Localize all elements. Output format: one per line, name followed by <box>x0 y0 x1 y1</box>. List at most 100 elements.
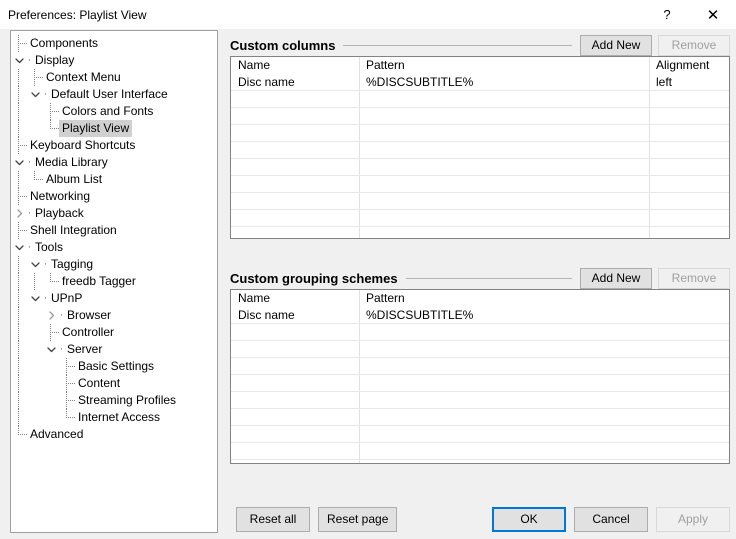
table-cell <box>231 125 359 142</box>
table-row[interactable] <box>231 227 729 238</box>
tree-guide <box>27 120 43 137</box>
tree-item-components[interactable]: Components <box>11 35 217 52</box>
tree-item-media-library[interactable]: · Media Library <box>11 154 217 171</box>
tree-item-internet-access[interactable]: Internet Access <box>11 409 217 426</box>
table-row[interactable] <box>231 159 729 176</box>
tree-item-colors-and-fonts[interactable]: Colors and Fonts <box>11 103 217 120</box>
table-row[interactable] <box>231 193 729 210</box>
tree-item-display[interactable]: · Display <box>11 52 217 69</box>
chevron-down-icon[interactable] <box>11 52 27 69</box>
table-cell <box>231 159 359 176</box>
table-row[interactable] <box>231 341 729 358</box>
custom-grouping-remove-button[interactable]: Remove <box>658 267 730 289</box>
tree-item-freedb-tagger[interactable]: freedb Tagger <box>11 273 217 290</box>
tree-connector <box>59 409 75 426</box>
tree-item-label: Components <box>30 36 99 50</box>
tree-guide <box>43 392 59 409</box>
tree-item-tagging[interactable]: · Tagging <box>11 256 217 273</box>
table-row[interactable] <box>231 210 729 227</box>
tree-item-content[interactable]: Content <box>11 375 217 392</box>
table-row[interactable] <box>231 375 729 392</box>
tree-guide <box>27 324 43 341</box>
table-row[interactable] <box>231 358 729 375</box>
tree-item-basic-settings[interactable]: Basic Settings <box>11 358 217 375</box>
question-mark-icon[interactable]: ? <box>644 0 690 29</box>
table-row[interactable] <box>231 125 729 142</box>
close-icon[interactable]: ✕ <box>690 0 736 29</box>
table-body: Name Pattern Disc name %DISCSUBTITLE% <box>231 290 729 463</box>
table-cell <box>359 125 649 142</box>
custom-grouping-table[interactable]: Name Pattern Disc name %DISCSUBTITLE% <box>230 289 730 464</box>
custom-columns-header: Custom columns Add New Remove <box>230 34 730 56</box>
table-row[interactable] <box>231 426 729 443</box>
tree-guide <box>27 375 43 392</box>
tree-item-playback[interactable]: · Playback <box>11 205 217 222</box>
chevron-down-icon[interactable] <box>43 341 59 358</box>
chevron-down-icon[interactable] <box>11 239 27 256</box>
chevron-down-icon[interactable] <box>11 154 27 171</box>
chevron-down-icon[interactable] <box>27 256 43 273</box>
tree-item-label: Streaming Profiles <box>78 393 177 407</box>
table-row[interactable] <box>231 176 729 193</box>
table-cell <box>359 159 649 176</box>
table-row[interactable] <box>231 91 729 108</box>
tree-item-browser[interactable]: · Browser <box>11 307 217 324</box>
table-cell: Disc name <box>238 308 295 322</box>
chevron-down-icon[interactable] <box>27 290 43 307</box>
table-row[interactable]: Disc name %DISCSUBTITLE% left <box>231 74 729 91</box>
table-cell <box>231 108 359 125</box>
tree-item-networking[interactable]: Networking <box>11 188 217 205</box>
tree-item-album-list[interactable]: Album List <box>11 171 217 188</box>
table-row[interactable] <box>231 324 729 341</box>
table-row[interactable] <box>231 108 729 125</box>
chevron-right-icon[interactable] <box>11 205 27 222</box>
tree-item-server[interactable]: · Server <box>11 341 217 358</box>
table-cell <box>649 210 729 227</box>
tree-item-upnp[interactable]: · UPnP <box>11 290 217 307</box>
tree-item-streaming-profiles[interactable]: Streaming Profiles <box>11 392 217 409</box>
tree-guide <box>27 273 43 290</box>
table-row[interactable] <box>231 443 729 460</box>
tree-guide <box>11 324 27 341</box>
reset-page-button[interactable]: Reset page <box>318 507 398 532</box>
table-cell <box>359 210 649 227</box>
table-body: Name Pattern Alignment Disc name %DISCSUBTIT… <box>231 57 729 238</box>
tree-guide <box>43 358 59 375</box>
custom-grouping-title: Custom grouping schemes <box>230 270 398 286</box>
settings-tree[interactable]: Components · Display Context Menu · Default U… <box>11 31 217 443</box>
cancel-button[interactable]: Cancel <box>574 507 648 532</box>
tree-guide <box>11 69 27 86</box>
chevron-right-icon[interactable] <box>43 307 59 324</box>
table-row[interactable] <box>231 142 729 159</box>
table-cell <box>231 176 359 193</box>
table-cell <box>649 108 729 125</box>
tree-item-controller[interactable]: Controller <box>11 324 217 341</box>
ok-button[interactable]: OK <box>492 507 566 532</box>
tree-connector <box>27 69 43 86</box>
chevron-down-icon[interactable] <box>27 86 43 103</box>
table-cell <box>231 91 359 108</box>
tree-item-label: Basic Settings <box>78 359 155 373</box>
tree-item-default-user-interface[interactable]: · Default User Interface <box>11 86 217 103</box>
table-row[interactable] <box>231 409 729 426</box>
table-row[interactable] <box>231 392 729 409</box>
table-row[interactable]: Disc name %DISCSUBTITLE% <box>231 307 729 324</box>
custom-grouping-add-new-button[interactable]: Add New <box>580 267 652 289</box>
reset-all-button[interactable]: Reset all <box>236 507 310 532</box>
tree-connector <box>43 120 59 137</box>
tree-connector <box>11 137 27 154</box>
tree-item-tools[interactable]: · Tools <box>11 239 217 256</box>
tree-guide <box>11 375 27 392</box>
tree-guide <box>27 341 43 358</box>
tree-item-shell-integration[interactable]: Shell Integration <box>11 222 217 239</box>
custom-columns-add-new-button[interactable]: Add New <box>580 34 652 56</box>
tree-item-keyboard-shortcuts[interactable]: Keyboard Shortcuts <box>11 137 217 154</box>
tree-item-context-menu[interactable]: Context Menu <box>11 69 217 86</box>
apply-button[interactable]: Apply <box>656 507 730 532</box>
tree-connector <box>27 171 43 188</box>
tree-item-advanced[interactable]: Advanced <box>11 426 217 443</box>
tree-item-playlist-view[interactable]: Playlist View <box>11 120 217 137</box>
custom-columns-table[interactable]: Name Pattern Alignment Disc name %DISCSUBTIT… <box>230 56 730 239</box>
settings-tree-panel[interactable]: Components · Display Context Menu · Default U… <box>10 30 218 533</box>
custom-columns-remove-button[interactable]: Remove <box>658 34 730 56</box>
